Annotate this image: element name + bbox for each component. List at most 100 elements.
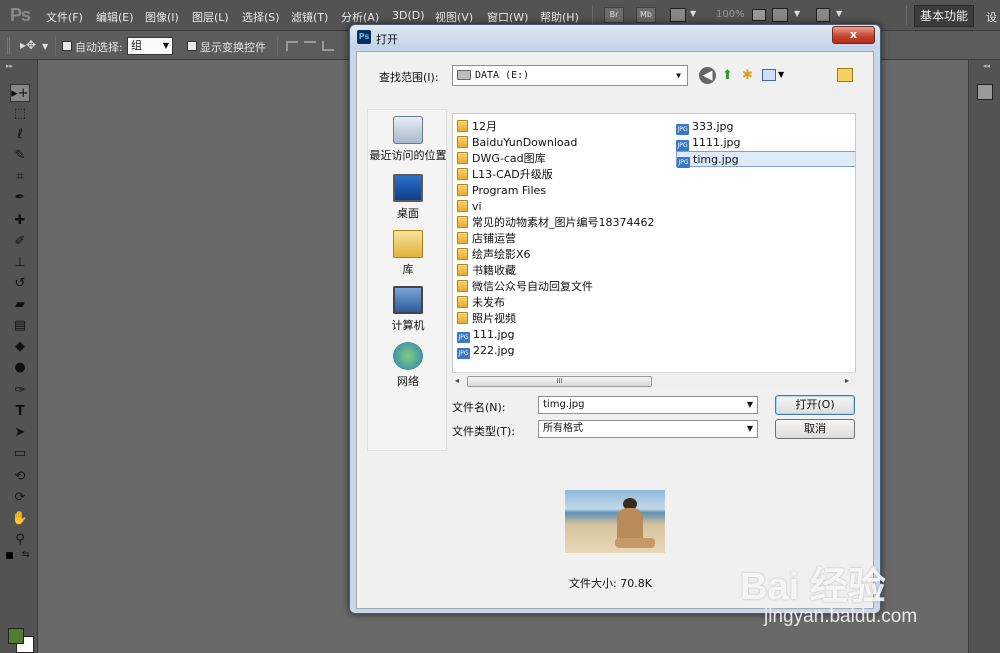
auto-select-checkbox[interactable] bbox=[62, 41, 72, 51]
show-transform-checkbox[interactable] bbox=[187, 41, 197, 51]
dialog-titlebar[interactable]: Ps 打开 x bbox=[350, 25, 880, 49]
move-tool-icon[interactable]: ▸✥ bbox=[20, 38, 36, 52]
3d-rotate-tool-icon[interactable]: ⟲ bbox=[10, 468, 30, 486]
place-computer[interactable]: 计算机 bbox=[368, 286, 448, 333]
dodge-tool-icon[interactable]: ● bbox=[10, 359, 30, 377]
chevron-down-icon[interactable]: ▼ bbox=[42, 42, 48, 51]
folder-item[interactable]: Program Files bbox=[457, 183, 667, 199]
screen-mode-icon[interactable] bbox=[772, 8, 788, 22]
menu-analysis[interactable]: 分析(A) bbox=[341, 9, 379, 25]
align-vcenter-icon[interactable] bbox=[304, 41, 316, 51]
eraser-tool-icon[interactable]: ▰ bbox=[10, 296, 30, 314]
menu-window[interactable]: 窗口(W) bbox=[487, 9, 528, 25]
file-item-selected[interactable]: JPG timg.jpg bbox=[676, 151, 855, 168]
file-list[interactable]: 12月 BaiduYunDownload DWG-cad图库 L13-CAD升级… bbox=[452, 113, 856, 389]
lasso-tool-icon[interactable]: ℓ bbox=[10, 126, 30, 144]
view-menu-icon[interactable] bbox=[762, 69, 776, 81]
folder-item[interactable]: 店铺运营 bbox=[457, 231, 667, 247]
align-bottom-icon[interactable] bbox=[322, 41, 334, 51]
place-recent[interactable]: 最近访问的位置 bbox=[368, 116, 448, 163]
arrange-documents-icon[interactable] bbox=[752, 9, 766, 21]
folder-item[interactable]: 常见的动物素材_图片编号18374462 bbox=[457, 215, 667, 231]
mini-bridge-button[interactable]: Mb bbox=[636, 7, 656, 23]
folder-item[interactable]: 绘声绘影X6 bbox=[457, 247, 667, 263]
folder-item[interactable]: L13-CAD升级版 bbox=[457, 167, 667, 183]
up-folder-icon[interactable]: ⬆ bbox=[719, 67, 736, 84]
move-tool-icon[interactable]: ▸+ bbox=[10, 84, 30, 102]
folder-item[interactable]: 照片视频 bbox=[457, 311, 667, 327]
swap-colors-icon[interactable]: ⇆ bbox=[22, 550, 30, 560]
filetype-select[interactable]: 所有格式 ▼ bbox=[538, 420, 758, 438]
healing-brush-tool-icon[interactable]: ✚ bbox=[10, 212, 30, 230]
shape-tool-icon[interactable]: ▭ bbox=[10, 445, 30, 463]
eyedropper-tool-icon[interactable]: ✒ bbox=[10, 189, 30, 207]
panel-icon[interactable] bbox=[977, 84, 993, 100]
place-network[interactable]: 网络 bbox=[368, 342, 448, 389]
foreground-color-swatch[interactable] bbox=[8, 628, 24, 644]
3d-orbit-tool-icon[interactable]: ⟳ bbox=[10, 489, 30, 507]
menu-file[interactable]: 文件(F) bbox=[46, 9, 83, 25]
open-button[interactable]: 打开(O) bbox=[775, 395, 855, 415]
view-extras-icon[interactable] bbox=[670, 8, 686, 22]
clone-stamp-tool-icon[interactable]: ⊥ bbox=[10, 254, 30, 272]
blur-tool-icon[interactable]: ◆ bbox=[10, 338, 30, 356]
default-colors-icon[interactable] bbox=[6, 552, 13, 559]
menu-image[interactable]: 图像(I) bbox=[145, 9, 179, 25]
history-brush-tool-icon[interactable]: ↺ bbox=[10, 275, 30, 293]
folder-item[interactable]: vi bbox=[457, 199, 667, 215]
menu-3d[interactable]: 3D(D) bbox=[392, 9, 425, 22]
chevron-down-icon[interactable]: ▼ bbox=[836, 9, 842, 18]
menu-edit[interactable]: 编辑(E) bbox=[96, 9, 134, 25]
folder-item[interactable]: 12月 bbox=[457, 119, 667, 135]
horizontal-scrollbar[interactable]: ◂ III ▸ bbox=[452, 372, 856, 389]
folder-item[interactable]: DWG-cad图库 bbox=[457, 151, 667, 167]
chevron-down-icon[interactable]: ▼ bbox=[794, 9, 800, 18]
place-desktop[interactable]: 桌面 bbox=[368, 174, 448, 221]
menu-help[interactable]: 帮助(H) bbox=[540, 9, 579, 25]
align-top-icon[interactable] bbox=[286, 41, 298, 51]
pen-tool-icon[interactable]: ✑ bbox=[10, 382, 30, 400]
look-in-dropdown[interactable]: DATA (E:) ▼ bbox=[452, 65, 688, 86]
filename-input[interactable]: timg.jpg ▼ bbox=[538, 396, 758, 414]
collapse-icon[interactable]: ◂◂ bbox=[983, 62, 990, 70]
scroll-left-icon[interactable]: ◂ bbox=[455, 376, 459, 385]
file-item[interactable]: JPG 111.jpg bbox=[457, 327, 667, 343]
zoom-level[interactable]: 100% bbox=[716, 9, 745, 20]
menu-layer[interactable]: 图层(L) bbox=[192, 9, 229, 25]
gradient-tool-icon[interactable]: ▤ bbox=[10, 317, 30, 335]
new-folder-icon[interactable]: ✱ bbox=[739, 67, 756, 84]
frame-icon[interactable] bbox=[816, 8, 830, 22]
file-item[interactable]: JPG 333.jpg bbox=[676, 119, 855, 135]
collapse-icon[interactable]: ▸▸ bbox=[6, 62, 13, 70]
quick-select-tool-icon[interactable]: ✎ bbox=[10, 147, 30, 165]
menu-select[interactable]: 选择(S) bbox=[242, 9, 280, 25]
auto-select-dropdown[interactable]: 组 ▼ bbox=[127, 37, 173, 55]
file-item[interactable]: JPG 1111.jpg bbox=[676, 135, 855, 151]
scroll-right-icon[interactable]: ▸ bbox=[845, 376, 849, 385]
chevron-down-icon[interactable]: ▼ bbox=[778, 70, 784, 79]
folder-item[interactable]: BaiduYunDownload bbox=[457, 135, 667, 151]
hand-tool-icon[interactable]: ✋ bbox=[10, 510, 30, 528]
folder-item[interactable]: 微信公众号自动回复文件 bbox=[457, 279, 667, 295]
marquee-tool-icon[interactable]: ⬚ bbox=[10, 105, 30, 123]
file-item[interactable]: JPG 222.jpg bbox=[457, 343, 667, 359]
adobe-dialog-icon[interactable] bbox=[837, 68, 853, 82]
bridge-button[interactable]: Br bbox=[604, 7, 624, 23]
back-icon[interactable]: ◀ bbox=[699, 67, 716, 84]
workspace-button[interactable]: 基本功能 bbox=[914, 5, 974, 27]
place-libraries[interactable]: 库 bbox=[368, 230, 448, 277]
close-button[interactable]: x bbox=[832, 26, 875, 44]
cancel-button[interactable]: 取消 bbox=[775, 419, 855, 439]
brush-tool-icon[interactable]: ✐ bbox=[10, 233, 30, 251]
folder-item[interactable]: 书籍收藏 bbox=[457, 263, 667, 279]
menu-view[interactable]: 视图(V) bbox=[435, 9, 473, 25]
scrollbar-thumb[interactable]: III bbox=[467, 376, 652, 387]
type-tool-icon[interactable]: T bbox=[10, 403, 30, 421]
settings-label[interactable]: 设 bbox=[986, 9, 997, 25]
chevron-down-icon[interactable]: ▼ bbox=[690, 9, 696, 18]
zoom-tool-icon[interactable]: ⚲ bbox=[10, 531, 30, 549]
crop-tool-icon[interactable]: ⌗ bbox=[10, 168, 30, 186]
path-selection-tool-icon[interactable]: ➤ bbox=[10, 424, 30, 442]
menu-filter[interactable]: 滤镜(T) bbox=[291, 9, 328, 25]
folder-item[interactable]: 未发布 bbox=[457, 295, 667, 311]
